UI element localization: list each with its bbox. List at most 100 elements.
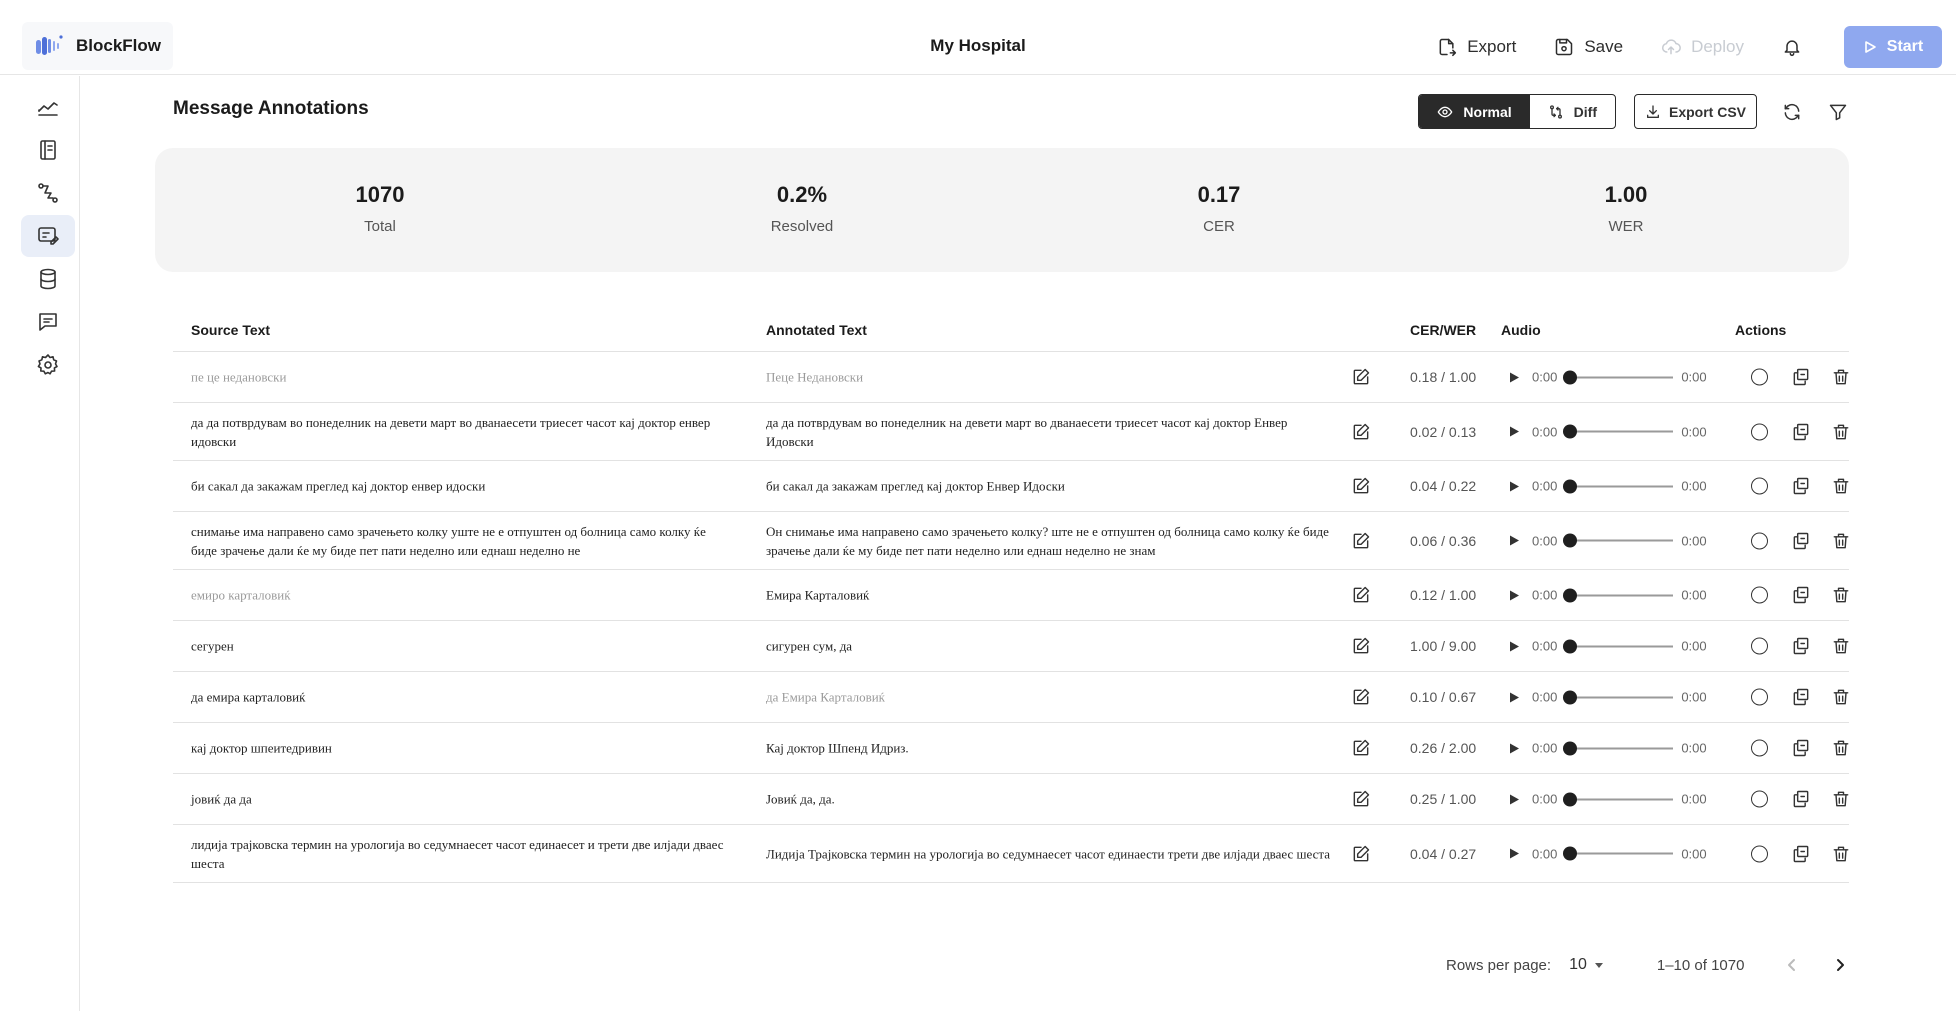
copy-icon[interactable] bbox=[1791, 422, 1811, 442]
slider-thumb[interactable] bbox=[1563, 370, 1578, 384]
trash-icon[interactable] bbox=[1831, 789, 1851, 809]
audio-seek-slider[interactable] bbox=[1563, 690, 1674, 704]
header-actions: Export Save Deploy Start bbox=[1437, 26, 1942, 68]
next-page-button[interactable] bbox=[1828, 953, 1852, 977]
trash-icon[interactable] bbox=[1831, 422, 1851, 442]
sidebar-item-notebook[interactable] bbox=[21, 129, 75, 171]
slider-thumb[interactable] bbox=[1563, 639, 1578, 653]
play-icon[interactable] bbox=[1507, 847, 1521, 861]
column-header-annotated[interactable]: Annotated Text bbox=[766, 322, 867, 338]
deploy-button[interactable]: Deploy bbox=[1661, 37, 1744, 57]
audio-seek-slider[interactable] bbox=[1563, 370, 1674, 384]
column-header-cer-wer[interactable]: CER/WER bbox=[1410, 322, 1476, 338]
sidebar-item-messages[interactable] bbox=[21, 301, 75, 343]
cer-wer-value: 0.12 / 1.00 bbox=[1410, 587, 1477, 603]
trash-icon[interactable] bbox=[1831, 687, 1851, 707]
copy-icon[interactable] bbox=[1791, 585, 1811, 605]
slider-thumb[interactable] bbox=[1563, 741, 1578, 755]
edit-icon[interactable] bbox=[1351, 531, 1371, 551]
copy-icon[interactable] bbox=[1791, 687, 1811, 707]
copy-icon[interactable] bbox=[1791, 367, 1811, 387]
sidebar-item-settings[interactable] bbox=[21, 344, 75, 386]
slider-thumb[interactable] bbox=[1563, 846, 1578, 861]
audio-seek-slider[interactable] bbox=[1563, 424, 1674, 439]
slider-thumb[interactable] bbox=[1563, 424, 1578, 439]
edit-icon[interactable] bbox=[1351, 367, 1371, 387]
notifications-button[interactable] bbox=[1782, 37, 1802, 57]
edit-icon[interactable] bbox=[1351, 636, 1371, 656]
view-normal-button[interactable]: Normal bbox=[1419, 95, 1530, 128]
rows-per-page-select[interactable]: 10 bbox=[1569, 956, 1605, 974]
trash-icon[interactable] bbox=[1831, 738, 1851, 758]
resolve-radio[interactable] bbox=[1751, 423, 1768, 440]
slider-thumb[interactable] bbox=[1563, 533, 1578, 548]
audio-player: 0:00 0:00 bbox=[1500, 690, 1718, 705]
edit-icon[interactable] bbox=[1351, 687, 1371, 707]
audio-seek-slider[interactable] bbox=[1563, 741, 1674, 755]
audio-seek-slider[interactable] bbox=[1563, 639, 1674, 653]
audio-duration: 0:00 bbox=[1681, 740, 1707, 756]
copy-icon[interactable] bbox=[1791, 844, 1811, 864]
export-csv-button[interactable]: Export CSV bbox=[1633, 94, 1757, 129]
sidebar-item-workflow[interactable] bbox=[21, 172, 75, 214]
resolve-radio[interactable] bbox=[1751, 586, 1768, 604]
play-icon[interactable] bbox=[1507, 534, 1521, 548]
slider-thumb[interactable] bbox=[1563, 479, 1578, 493]
audio-seek-slider[interactable] bbox=[1563, 533, 1674, 548]
copy-icon[interactable] bbox=[1791, 476, 1811, 496]
trash-icon[interactable] bbox=[1831, 636, 1851, 656]
edit-icon[interactable] bbox=[1351, 789, 1371, 809]
download-icon bbox=[1646, 104, 1659, 118]
audio-seek-slider[interactable] bbox=[1563, 846, 1674, 861]
play-icon[interactable] bbox=[1507, 690, 1521, 704]
resolve-radio[interactable] bbox=[1751, 845, 1768, 862]
resolve-radio[interactable] bbox=[1751, 790, 1768, 808]
edit-icon[interactable] bbox=[1351, 738, 1371, 758]
resolve-radio[interactable] bbox=[1751, 688, 1768, 706]
audio-seek-slider[interactable] bbox=[1563, 588, 1674, 602]
audio-seek-slider[interactable] bbox=[1563, 479, 1674, 493]
edit-icon[interactable] bbox=[1351, 422, 1371, 442]
edit-icon[interactable] bbox=[1351, 476, 1371, 496]
filter-button[interactable] bbox=[1827, 101, 1849, 123]
source-text: сегурен bbox=[191, 638, 234, 654]
column-header-source[interactable]: Source Text bbox=[191, 322, 270, 338]
sidebar-item-database[interactable] bbox=[21, 258, 75, 300]
refresh-button[interactable] bbox=[1781, 101, 1803, 123]
copy-icon[interactable] bbox=[1791, 789, 1811, 809]
trash-icon[interactable] bbox=[1831, 476, 1851, 496]
copy-icon[interactable] bbox=[1791, 531, 1811, 551]
edit-icon[interactable] bbox=[1351, 585, 1371, 605]
audio-seek-slider[interactable] bbox=[1563, 792, 1674, 806]
slider-thumb[interactable] bbox=[1563, 792, 1578, 806]
play-icon[interactable] bbox=[1507, 741, 1521, 755]
play-icon[interactable] bbox=[1507, 425, 1521, 439]
copy-icon[interactable] bbox=[1791, 738, 1811, 758]
sidebar-item-annotations[interactable] bbox=[21, 215, 75, 257]
trash-icon[interactable] bbox=[1831, 367, 1851, 387]
sidebar-item-dashboard[interactable] bbox=[21, 86, 75, 128]
copy-icon[interactable] bbox=[1791, 636, 1811, 656]
resolve-radio[interactable] bbox=[1751, 477, 1768, 495]
trash-icon[interactable] bbox=[1831, 844, 1851, 864]
table-row: емиро карталовиќ Емира Карталовиќ 0.12 / 1… bbox=[173, 570, 1849, 621]
resolve-radio[interactable] bbox=[1751, 739, 1768, 757]
export-button[interactable]: Export bbox=[1437, 37, 1516, 57]
resolve-radio[interactable] bbox=[1751, 532, 1768, 549]
play-icon[interactable] bbox=[1507, 792, 1521, 806]
resolve-radio[interactable] bbox=[1751, 637, 1768, 655]
trash-icon[interactable] bbox=[1831, 585, 1851, 605]
view-diff-button[interactable]: Diff bbox=[1530, 95, 1615, 128]
resolve-radio[interactable] bbox=[1751, 368, 1768, 386]
edit-icon[interactable] bbox=[1351, 844, 1371, 864]
play-icon[interactable] bbox=[1507, 588, 1521, 602]
save-button[interactable]: Save bbox=[1554, 37, 1623, 57]
start-button[interactable]: Start bbox=[1844, 26, 1942, 68]
play-icon[interactable] bbox=[1507, 639, 1521, 653]
play-icon[interactable] bbox=[1507, 479, 1521, 493]
trash-icon[interactable] bbox=[1831, 531, 1851, 551]
slider-thumb[interactable] bbox=[1563, 588, 1578, 602]
slider-thumb[interactable] bbox=[1563, 690, 1578, 704]
previous-page-button[interactable] bbox=[1780, 953, 1804, 977]
play-icon[interactable] bbox=[1507, 370, 1521, 384]
